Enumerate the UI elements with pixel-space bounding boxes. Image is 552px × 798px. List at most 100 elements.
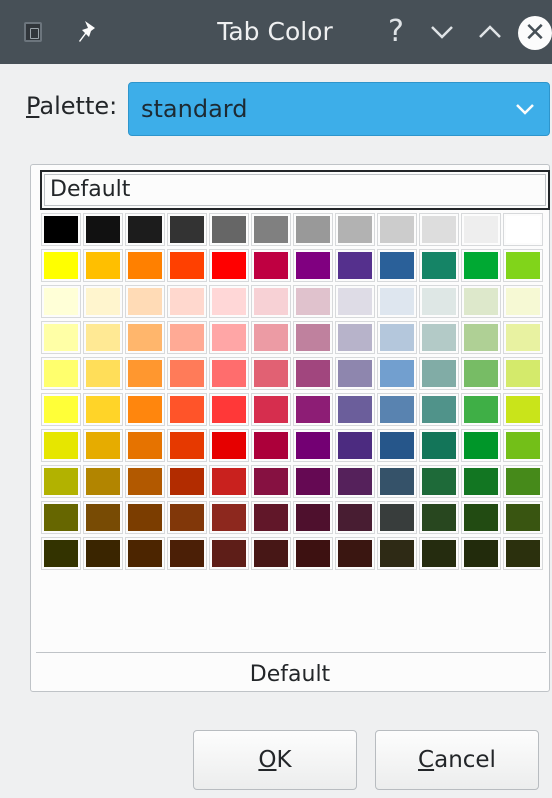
color-swatch[interactable] — [167, 285, 207, 318]
color-swatch[interactable] — [293, 537, 333, 570]
color-swatch[interactable] — [125, 321, 165, 354]
color-swatch[interactable] — [335, 321, 375, 354]
color-swatch[interactable] — [125, 537, 165, 570]
color-swatch[interactable] — [41, 429, 81, 462]
color-swatch[interactable] — [167, 429, 207, 462]
color-swatch[interactable] — [419, 537, 459, 570]
help-button[interactable]: ? — [380, 12, 412, 52]
color-swatch[interactable] — [167, 393, 207, 426]
color-swatch[interactable] — [335, 249, 375, 282]
color-swatch[interactable] — [293, 501, 333, 534]
color-swatch[interactable] — [41, 357, 81, 390]
color-swatch[interactable] — [209, 393, 249, 426]
color-swatch[interactable] — [167, 249, 207, 282]
color-swatch[interactable] — [335, 285, 375, 318]
color-swatch[interactable] — [461, 393, 501, 426]
color-swatch[interactable] — [293, 393, 333, 426]
color-swatch[interactable] — [167, 357, 207, 390]
color-swatch[interactable] — [335, 465, 375, 498]
color-swatch[interactable] — [167, 465, 207, 498]
color-swatch[interactable] — [41, 393, 81, 426]
color-swatch[interactable] — [503, 501, 543, 534]
color-swatch[interactable] — [209, 213, 249, 246]
color-swatch[interactable] — [335, 213, 375, 246]
color-swatch[interactable] — [335, 501, 375, 534]
color-swatch[interactable] — [83, 537, 123, 570]
pin-icon[interactable] — [74, 16, 102, 48]
color-swatch[interactable] — [251, 537, 291, 570]
color-swatch[interactable] — [293, 213, 333, 246]
color-swatch[interactable] — [377, 285, 417, 318]
color-swatch[interactable] — [377, 249, 417, 282]
color-swatch[interactable] — [251, 249, 291, 282]
color-swatch[interactable] — [419, 357, 459, 390]
color-swatch[interactable] — [125, 357, 165, 390]
color-swatch[interactable] — [461, 249, 501, 282]
color-swatch[interactable] — [83, 213, 123, 246]
color-swatch[interactable] — [83, 357, 123, 390]
color-swatch[interactable] — [167, 537, 207, 570]
color-swatch[interactable] — [335, 429, 375, 462]
color-swatch[interactable] — [419, 465, 459, 498]
color-swatch[interactable] — [251, 285, 291, 318]
color-swatch[interactable] — [209, 537, 249, 570]
color-swatch[interactable] — [251, 393, 291, 426]
color-swatch[interactable] — [503, 213, 543, 246]
color-swatch[interactable] — [461, 501, 501, 534]
maximize-button[interactable] — [470, 12, 510, 52]
color-swatch[interactable] — [167, 213, 207, 246]
color-swatch[interactable] — [83, 501, 123, 534]
color-swatch[interactable] — [209, 357, 249, 390]
color-swatch[interactable] — [335, 357, 375, 390]
color-swatch[interactable] — [251, 357, 291, 390]
color-swatch[interactable] — [209, 465, 249, 498]
color-swatch[interactable] — [209, 321, 249, 354]
color-swatch[interactable] — [419, 213, 459, 246]
color-swatch[interactable] — [503, 393, 543, 426]
ok-button[interactable]: OK — [193, 730, 357, 790]
document-icon[interactable] — [24, 22, 42, 42]
color-swatch[interactable] — [419, 249, 459, 282]
color-swatch[interactable] — [41, 465, 81, 498]
default-color-button[interactable]: Default — [40, 170, 550, 210]
cancel-button[interactable]: Cancel — [375, 730, 539, 790]
color-swatch[interactable] — [125, 285, 165, 318]
color-swatch[interactable] — [377, 393, 417, 426]
color-swatch[interactable] — [209, 285, 249, 318]
color-swatch[interactable] — [377, 501, 417, 534]
color-swatch[interactable] — [377, 357, 417, 390]
color-swatch[interactable] — [503, 249, 543, 282]
color-swatch[interactable] — [503, 357, 543, 390]
color-swatch[interactable] — [461, 321, 501, 354]
color-swatch[interactable] — [251, 465, 291, 498]
color-swatch[interactable] — [293, 285, 333, 318]
color-swatch[interactable] — [83, 285, 123, 318]
color-swatch[interactable] — [83, 429, 123, 462]
color-swatch[interactable] — [251, 429, 291, 462]
color-swatch[interactable] — [293, 321, 333, 354]
color-swatch[interactable] — [41, 285, 81, 318]
color-swatch[interactable] — [83, 393, 123, 426]
color-swatch[interactable] — [125, 465, 165, 498]
color-swatch[interactable] — [503, 537, 543, 570]
color-swatch[interactable] — [419, 501, 459, 534]
color-swatch[interactable] — [167, 501, 207, 534]
color-swatch[interactable] — [293, 357, 333, 390]
color-swatch[interactable] — [167, 321, 207, 354]
color-swatch[interactable] — [335, 393, 375, 426]
color-swatch[interactable] — [503, 465, 543, 498]
color-swatch[interactable] — [461, 357, 501, 390]
color-swatch[interactable] — [251, 213, 291, 246]
color-swatch[interactable] — [419, 321, 459, 354]
color-swatch[interactable] — [461, 285, 501, 318]
color-swatch[interactable] — [125, 501, 165, 534]
color-swatch[interactable] — [503, 429, 543, 462]
color-swatch[interactable] — [503, 321, 543, 354]
color-swatch[interactable] — [461, 213, 501, 246]
color-swatch[interactable] — [41, 537, 81, 570]
color-swatch[interactable] — [83, 465, 123, 498]
color-swatch[interactable] — [41, 213, 81, 246]
color-swatch[interactable] — [377, 321, 417, 354]
color-swatch[interactable] — [293, 249, 333, 282]
color-swatch[interactable] — [461, 429, 501, 462]
